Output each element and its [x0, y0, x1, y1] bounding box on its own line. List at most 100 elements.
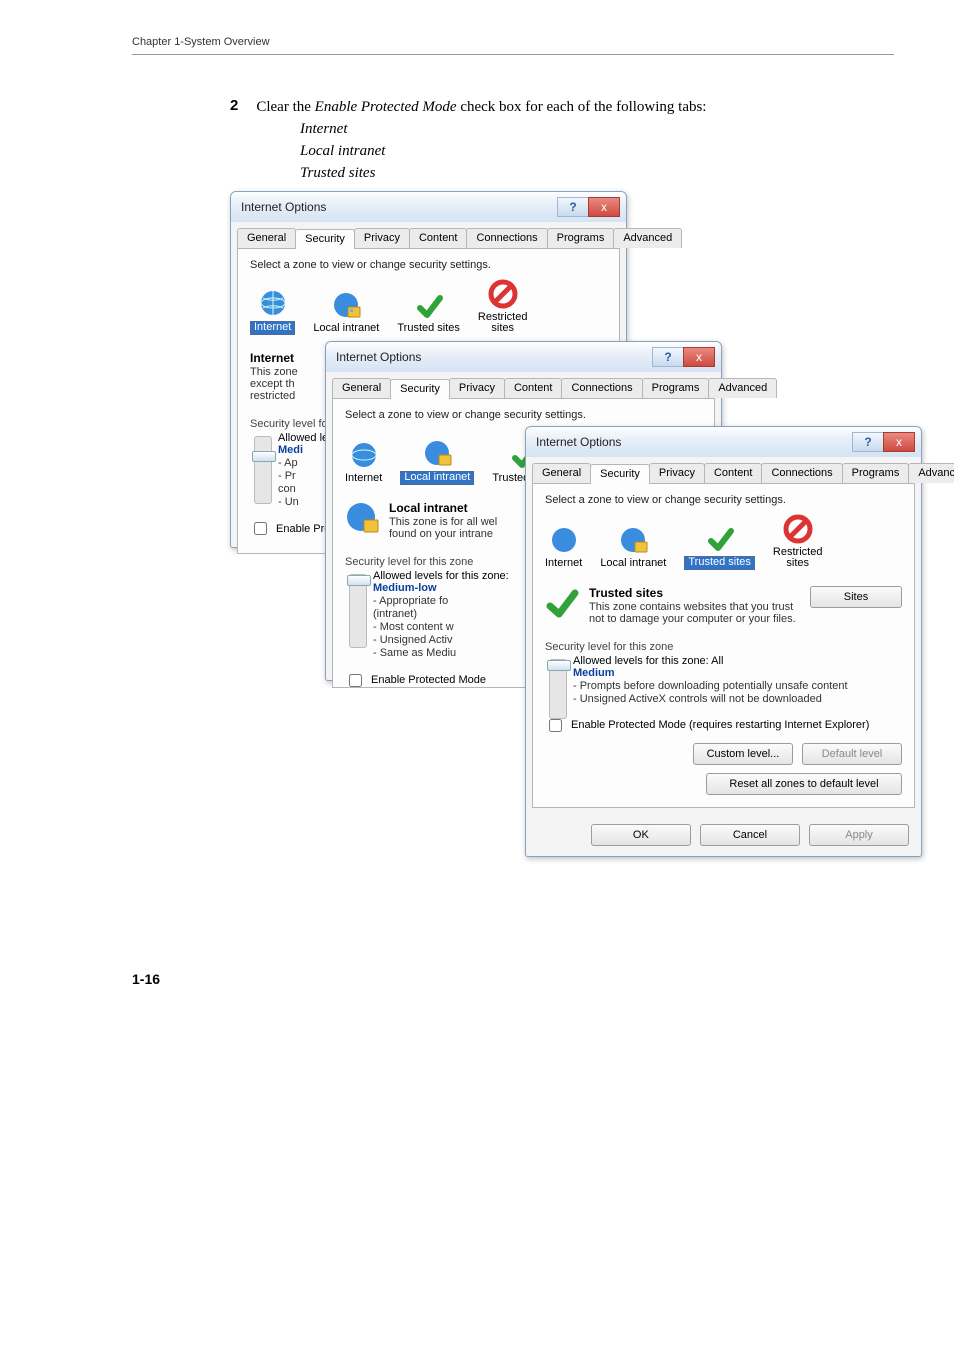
step-text-post: check box for each of the following tabs…	[457, 99, 707, 115]
checkbox-label: Enable Protected Mode	[371, 674, 486, 686]
sites-button[interactable]: Sites	[810, 586, 902, 608]
dialog-title: Internet Options	[536, 435, 621, 449]
dialog-title: Internet Options	[241, 200, 326, 214]
trusted-icon	[705, 523, 735, 553]
zone-label: Local intranet	[600, 558, 666, 570]
zone-restricted[interactable]: Restrictedsites	[478, 279, 528, 335]
titlebar[interactable]: Internet Options ? x	[326, 342, 721, 372]
cancel-button[interactable]: Cancel	[700, 824, 800, 846]
help-button[interactable]: ?	[852, 432, 883, 452]
default-level-button[interactable]: Default level	[802, 743, 902, 765]
tab-programs[interactable]: Programs	[547, 228, 615, 248]
zone-caption: Select a zone to view or change security…	[345, 409, 702, 421]
enable-protected-mode-checkbox[interactable]: Enable Protected Mode (requires restarti…	[545, 716, 902, 735]
globe-icon	[349, 440, 379, 470]
zone-caption: Select a zone to view or change security…	[545, 494, 902, 506]
checkbox-input[interactable]	[549, 719, 562, 732]
zone-label: Internet	[545, 558, 582, 570]
tab-advanced[interactable]: Advanced	[908, 463, 954, 483]
zone-internet[interactable]: Internet	[345, 440, 382, 485]
page-number: 1-16	[132, 971, 894, 987]
tab-general[interactable]: General	[237, 228, 296, 248]
sub-item-local-intranet: Local intranet	[300, 141, 894, 163]
trusted-icon	[414, 290, 444, 320]
intranet-icon	[618, 525, 648, 555]
zone-internet[interactable]: Internet	[545, 525, 582, 570]
tab-security[interactable]: Security	[390, 379, 450, 399]
zone-label: Internet	[250, 321, 295, 335]
tab-advanced[interactable]: Advanced	[613, 228, 682, 248]
tab-privacy[interactable]: Privacy	[354, 228, 410, 248]
help-button[interactable]: ?	[652, 347, 683, 367]
tab-security[interactable]: Security	[590, 464, 650, 484]
intranet-icon	[331, 290, 361, 320]
zone-desc: This zone contains websites that you tru…	[589, 601, 799, 625]
dialog-trusted-sites: Internet Options ? x General Security Pr…	[525, 426, 922, 857]
intranet-large-icon	[345, 501, 379, 535]
level-desc: - Prompts before downloading potentially…	[573, 680, 902, 706]
security-slider[interactable]	[549, 659, 567, 719]
tab-privacy[interactable]: Privacy	[449, 378, 505, 398]
zone-restricted[interactable]: Restrictedsites	[773, 514, 823, 570]
zone-trusted[interactable]: Trusted sites	[397, 290, 460, 335]
security-slider[interactable]	[349, 574, 367, 648]
restricted-icon	[783, 514, 813, 544]
tab-programs[interactable]: Programs	[642, 378, 710, 398]
tab-programs[interactable]: Programs	[842, 463, 910, 483]
allowed-levels: Allowed levels for this zone: All	[573, 655, 902, 667]
checkbox-input[interactable]	[349, 674, 362, 687]
tab-content[interactable]: Content	[409, 228, 468, 248]
zone-local-intranet[interactable]: Local intranet	[600, 525, 666, 570]
close-button[interactable]: x	[683, 347, 715, 367]
globe-icon	[549, 525, 579, 555]
security-slider[interactable]	[254, 436, 272, 504]
step-text-em: Enable Protected Mode	[315, 99, 457, 115]
zone-local-intranet[interactable]: Local intranet	[400, 438, 474, 485]
dialog-title: Internet Options	[336, 350, 421, 364]
intranet-icon	[422, 438, 452, 468]
zone-label: Trusted sites	[397, 323, 460, 335]
tab-content[interactable]: Content	[704, 463, 763, 483]
tab-connections[interactable]: Connections	[466, 228, 547, 248]
zone-desc: This zone is for all welfound on your in…	[389, 516, 497, 540]
tab-connections[interactable]: Connections	[761, 463, 842, 483]
zone-label: Restrictedsites	[773, 547, 823, 570]
zone-trusted[interactable]: Trusted sites	[684, 523, 755, 570]
help-button[interactable]: ?	[557, 197, 588, 217]
tab-bar: General Security Privacy Content Connect…	[237, 228, 620, 249]
custom-level-button[interactable]: Custom level...	[693, 743, 793, 765]
zone-label: Internet	[345, 473, 382, 485]
restricted-icon	[488, 279, 518, 309]
chapter-heading: Chapter 1-System Overview	[132, 36, 894, 48]
security-level-label: Security level for this zone	[545, 641, 902, 653]
tab-privacy[interactable]: Privacy	[649, 463, 705, 483]
checkbox-input[interactable]	[254, 522, 267, 535]
zone-internet[interactable]: Internet	[250, 288, 295, 335]
reset-zones-button[interactable]: Reset all zones to default level	[706, 773, 902, 795]
globe-icon	[258, 288, 288, 318]
step-text-pre: Clear the	[256, 99, 314, 115]
divider	[132, 54, 894, 55]
ok-button[interactable]: OK	[591, 824, 691, 846]
tab-general[interactable]: General	[332, 378, 391, 398]
tab-advanced[interactable]: Advanced	[708, 378, 777, 398]
tab-general[interactable]: General	[532, 463, 591, 483]
step-number: 2	[230, 97, 238, 117]
zone-local-intranet[interactable]: Local intranet	[313, 290, 379, 335]
checkbox-label: Enable Pro	[276, 523, 330, 535]
zone-label: Trusted sites	[684, 556, 755, 570]
tab-bar: General Security Privacy Content Connect…	[332, 378, 715, 399]
sub-item-internet: Internet	[300, 119, 894, 141]
titlebar[interactable]: Internet Options ? x	[526, 427, 921, 457]
close-button[interactable]: x	[588, 197, 620, 217]
tab-security[interactable]: Security	[295, 229, 355, 249]
level-name: Medium	[573, 667, 902, 679]
tab-content[interactable]: Content	[504, 378, 563, 398]
titlebar[interactable]: Internet Options ? x	[231, 192, 626, 222]
apply-button[interactable]: Apply	[809, 824, 909, 846]
close-button[interactable]: x	[883, 432, 915, 452]
tab-connections[interactable]: Connections	[561, 378, 642, 398]
zone-label: Restrictedsites	[478, 312, 528, 335]
zone-label: Local intranet	[313, 323, 379, 335]
zone-caption: Select a zone to view or change security…	[250, 259, 607, 271]
